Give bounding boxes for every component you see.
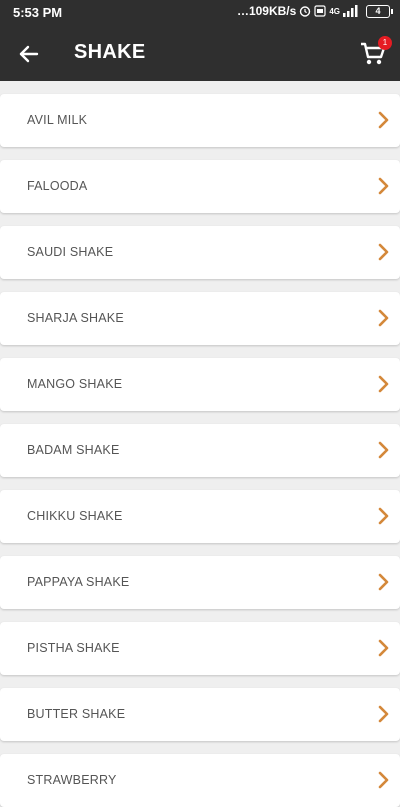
list-item[interactable]: CHIKKU SHAKE xyxy=(0,490,400,543)
status-icons: …109KB/s 4G 4 xyxy=(236,4,393,18)
arrow-left-icon xyxy=(19,45,39,63)
cart-button[interactable]: 1 xyxy=(358,36,392,68)
app-bar: SHAKE 1 xyxy=(0,26,400,81)
item-label: STRAWBERRY xyxy=(27,773,117,787)
chevron-right-icon xyxy=(378,441,389,459)
status-bar: 5:53 PM …109KB/s 4G 4 xyxy=(0,0,400,26)
network-speed: …109KB/s xyxy=(236,4,297,18)
list-item[interactable]: BUTTER SHAKE xyxy=(0,688,400,741)
item-label: SAUDI SHAKE xyxy=(27,245,114,259)
item-label: MANGO SHAKE xyxy=(27,377,123,391)
list-item[interactable]: SHARJA SHAKE xyxy=(0,292,400,345)
item-label: CHIKKU SHAKE xyxy=(27,509,123,523)
network-type: 4G xyxy=(329,6,340,16)
chevron-right-icon xyxy=(378,573,389,591)
list-item[interactable]: PISTHA SHAKE xyxy=(0,622,400,675)
list-item[interactable]: SAUDI SHAKE xyxy=(0,226,400,279)
cart-count-badge: 1 xyxy=(378,36,392,50)
signal-icon xyxy=(343,5,358,17)
list-item[interactable]: MANGO SHAKE xyxy=(0,358,400,411)
item-label: PAPPAYA SHAKE xyxy=(27,575,130,589)
chevron-right-icon xyxy=(378,309,389,327)
item-label: FALOODA xyxy=(27,179,88,193)
chevron-right-icon xyxy=(378,111,389,129)
product-list: AVIL MILK FALOODA SAUDI SHAKE SHARJA SHA… xyxy=(0,81,400,807)
volte-icon xyxy=(314,5,326,17)
list-item[interactable]: AVIL MILK xyxy=(0,94,400,147)
chevron-right-icon xyxy=(378,243,389,261)
alarm-icon xyxy=(300,6,311,17)
list-item[interactable]: STRAWBERRY xyxy=(0,754,400,807)
chevron-right-icon xyxy=(378,639,389,657)
list-item[interactable]: PAPPAYA SHAKE xyxy=(0,556,400,609)
list-item[interactable]: BADAM SHAKE xyxy=(0,424,400,477)
chevron-right-icon xyxy=(378,177,389,195)
item-label: SHARJA SHAKE xyxy=(27,311,124,325)
page-title: SHAKE xyxy=(74,41,146,63)
battery-indicator: 4 xyxy=(366,4,393,18)
status-time: 5:53 PM xyxy=(13,5,63,20)
chevron-right-icon xyxy=(378,705,389,723)
list-item[interactable]: FALOODA xyxy=(0,160,400,213)
back-button[interactable] xyxy=(14,39,44,69)
chevron-right-icon xyxy=(378,507,389,525)
item-label: PISTHA SHAKE xyxy=(27,641,120,655)
chevron-right-icon xyxy=(378,771,389,789)
item-label: BADAM SHAKE xyxy=(27,443,120,457)
item-label: AVIL MILK xyxy=(27,113,88,127)
item-label: BUTTER SHAKE xyxy=(27,707,126,721)
chevron-right-icon xyxy=(378,375,389,393)
